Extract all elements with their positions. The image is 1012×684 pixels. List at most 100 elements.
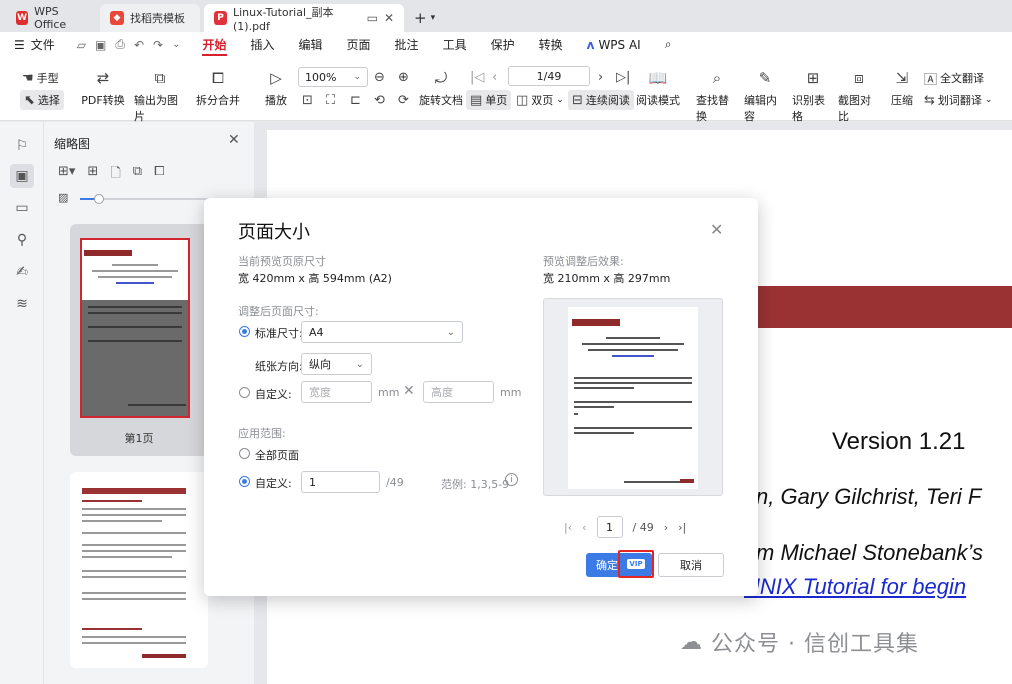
prev-page-button[interactable]: ‹: [492, 67, 497, 87]
double-page-button[interactable]: ◫ 双页 ⌄: [516, 90, 564, 110]
input-value: 1: [309, 475, 316, 489]
button-label: 手型: [36, 72, 59, 85]
redo-icon[interactable]: ↷: [153, 38, 163, 52]
wps-ai-icon: ᴧ: [586, 37, 595, 52]
close-tab-icon[interactable]: ✕: [384, 11, 394, 25]
rotate-document-button[interactable]: ⤾ 旋转文档: [418, 68, 464, 108]
menu-page[interactable]: 页面: [335, 32, 383, 57]
zoom-select[interactable]: 100% ⌄: [298, 67, 368, 87]
find-replace-button[interactable]: ⌕ 查找替换: [696, 68, 738, 124]
tab-wps-office[interactable]: W WPS Office: [6, 4, 96, 32]
recognize-table-button[interactable]: ⊞ 识别表格: [792, 68, 834, 124]
menu-comment[interactable]: 批注: [383, 32, 431, 57]
open-folder-icon[interactable]: ▱: [77, 38, 86, 52]
layers-icon[interactable]: ≋: [10, 292, 34, 316]
button-label: 选择: [37, 94, 60, 107]
vip-label: VIP: [627, 559, 645, 569]
thumbnail-icon[interactable]: ▣: [10, 164, 34, 188]
fit-page-button[interactable]: ⛶: [326, 90, 335, 110]
signature-icon[interactable]: ✍: [10, 260, 34, 284]
save-icon[interactable]: ▣: [95, 38, 106, 52]
pager-page-input[interactable]: 1: [596, 516, 623, 538]
pdf-convert-button[interactable]: ⇄ PDF转换: [80, 68, 126, 108]
play-icon: ▷: [270, 69, 282, 87]
single-page-button[interactable]: ▤ 单页: [466, 90, 512, 110]
menu-file[interactable]: ☰ 文件: [0, 32, 67, 57]
print-icon[interactable]: ⎙: [115, 37, 125, 52]
compress-button[interactable]: ⇲ 压缩: [886, 68, 918, 108]
menu-start[interactable]: 开始: [190, 32, 238, 57]
quick-access: ▱ ▣ ⎙ ↶ ↷ ⌄: [67, 37, 191, 52]
close-icon[interactable]: ✕: [710, 220, 723, 239]
menu-insert[interactable]: 插入: [239, 32, 287, 57]
menu-convert[interactable]: 转换: [527, 32, 575, 57]
copy-page-icon[interactable]: ⧉: [133, 164, 142, 186]
prev-page-icon[interactable]: ‹: [582, 521, 586, 534]
insert-page-icon[interactable]: ⊞: [87, 164, 98, 186]
close-icon[interactable]: ✕: [228, 132, 240, 148]
comment-icon[interactable]: ▭: [10, 196, 34, 220]
continuous-read-button[interactable]: ⊟ 连续阅读: [568, 90, 634, 110]
standard-size-radio[interactable]: [239, 326, 250, 337]
next-page-icon[interactable]: ›: [664, 521, 668, 534]
orientation-select[interactable]: 纵向 ⌄: [301, 353, 372, 375]
grid-view-icon[interactable]: ⊞▾: [58, 164, 75, 186]
play-button[interactable]: ▷ 播放: [262, 68, 290, 108]
new-tab-button[interactable]: + ▾: [408, 4, 441, 32]
export-image-button[interactable]: ⧉ 输出为图片: [134, 68, 186, 124]
full-translate-button[interactable]: 🄰 全文翻译: [924, 68, 984, 88]
menu-edit[interactable]: 编辑: [287, 32, 335, 57]
zoom-out-button[interactable]: ⊖: [374, 67, 385, 87]
menu-tools[interactable]: 工具: [431, 32, 479, 57]
search-button[interactable]: ⌕: [653, 32, 684, 57]
first-page-icon[interactable]: |‹: [564, 521, 572, 534]
height-input[interactable]: 高度: [423, 381, 494, 403]
attachment-icon[interactable]: ⚲: [10, 228, 34, 252]
info-icon[interactable]: i: [505, 473, 518, 486]
template-logo-icon: ◆: [110, 11, 124, 25]
chevron-down-icon[interactable]: ⌄: [172, 39, 180, 50]
image-icon: ▨: [58, 191, 69, 204]
menu-protect[interactable]: 保护: [479, 32, 527, 57]
tab-label: WPS Office: [34, 5, 67, 31]
hand-icon: ☚: [22, 70, 34, 86]
doc-link[interactable]: UNIX Tutorial for begin: [744, 574, 966, 600]
page-number-input[interactable]: 1/49: [508, 66, 590, 86]
fit-width-button[interactable]: ⊏: [350, 90, 361, 110]
select-tool-button[interactable]: ⬉ 选择: [20, 90, 64, 110]
bookmark-icon[interactable]: ⚐: [10, 134, 34, 158]
thumbnail-page-2[interactable]: [70, 472, 208, 668]
read-mode-button[interactable]: 📖 阅读模式: [636, 68, 680, 108]
screenshot-compare-button[interactable]: ⧈ 截图对比: [838, 68, 880, 124]
image-export-icon: ⧉: [154, 69, 166, 87]
page-range-input[interactable]: 1: [301, 471, 380, 493]
standard-size-select[interactable]: A4 ⌄: [301, 321, 463, 343]
all-pages-radio[interactable]: [239, 448, 250, 459]
preview-size-value: 宽 210mm x 高 297mm: [543, 272, 671, 285]
extract-page-icon[interactable]: ⧠: [154, 164, 164, 186]
tab-template[interactable]: ◆ 找稻壳模板: [100, 4, 200, 32]
menu-wps-ai[interactable]: ᴧ WPS AI: [575, 32, 653, 57]
word-translate-button[interactable]: ⇆ 划词翻译 ⌄: [924, 90, 992, 110]
undo-icon[interactable]: ↶: [134, 38, 144, 52]
split-merge-button[interactable]: ⧠ 拆分合并: [192, 68, 244, 108]
zoom-in-button[interactable]: ⊕: [398, 67, 409, 87]
first-page-button[interactable]: |◁: [470, 67, 484, 87]
slider-knob[interactable]: [94, 194, 104, 204]
last-page-icon[interactable]: ›|: [678, 521, 686, 534]
hand-tool-button[interactable]: ☚ 手型: [22, 68, 59, 88]
cancel-button[interactable]: 取消: [658, 553, 724, 577]
new-page-icon[interactable]: 🗋: [110, 164, 120, 186]
custom-size-radio[interactable]: [239, 387, 250, 398]
thumbnail-page-1[interactable]: 第1页: [70, 224, 208, 456]
actual-size-button[interactable]: ⊡: [302, 90, 313, 110]
rotate-right-button[interactable]: ⟳: [398, 90, 409, 110]
custom-range-radio[interactable]: [239, 476, 250, 487]
rotate-left-button[interactable]: ⟲: [374, 90, 385, 110]
edit-content-button[interactable]: ✎ 编辑内容: [744, 68, 786, 124]
last-page-button[interactable]: ▷|: [616, 67, 630, 87]
monitor-icon[interactable]: ▭: [367, 11, 378, 25]
width-input[interactable]: 宽度: [301, 381, 372, 403]
tab-pdf-document[interactable]: P Linux-Tutorial_副本(1).pdf ▭ ✕: [204, 4, 404, 33]
next-page-button[interactable]: ›: [598, 67, 603, 87]
